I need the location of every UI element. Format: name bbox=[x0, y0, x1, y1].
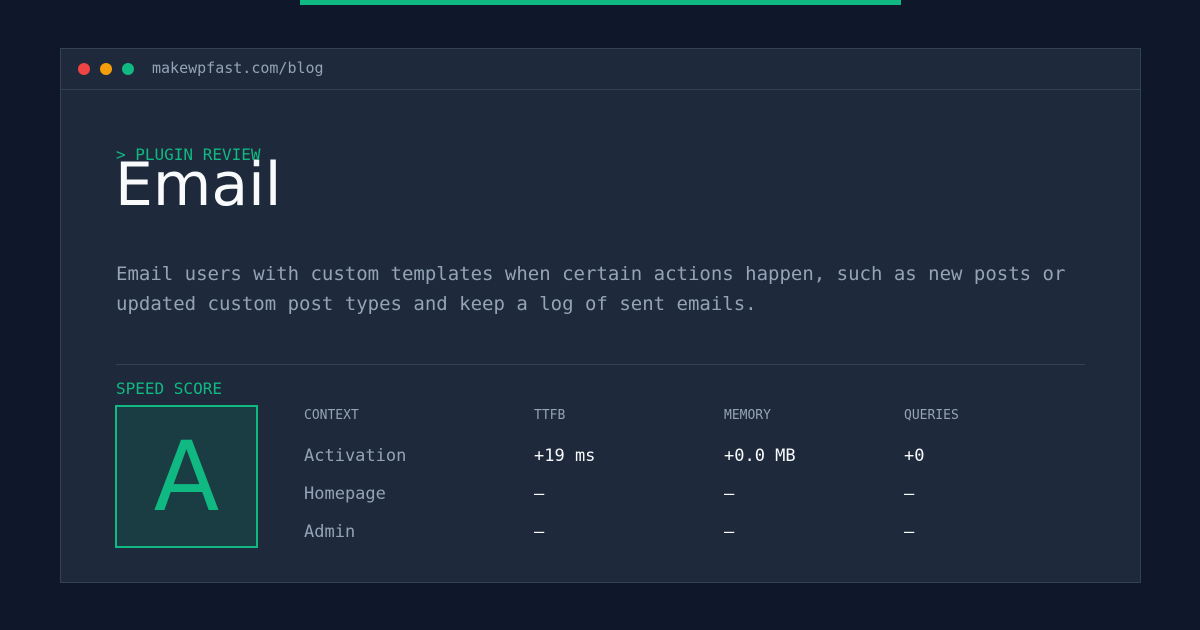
column-header-ttfb: TTFB bbox=[534, 408, 566, 423]
row-memory-activation: +0.0 MB bbox=[724, 446, 796, 466]
row-memory-admin: — bbox=[724, 522, 735, 542]
row-queries-activation: +0 bbox=[904, 446, 925, 466]
column-header-context: CONTEXT bbox=[304, 408, 359, 423]
row-memory-homepage: — bbox=[724, 484, 735, 504]
row-queries-homepage: — bbox=[904, 484, 915, 504]
top-accent-bar bbox=[300, 0, 901, 5]
speed-grade-badge: A bbox=[115, 405, 258, 548]
speed-grade-letter: A bbox=[153, 420, 220, 533]
minimize-dot-icon[interactable] bbox=[100, 63, 112, 75]
row-queries-admin: — bbox=[904, 522, 915, 542]
close-dot-icon[interactable] bbox=[78, 63, 90, 75]
section-divider bbox=[116, 364, 1085, 365]
url-text: makewpfast.com/blog bbox=[152, 59, 324, 77]
window-titlebar: makewpfast.com/blog bbox=[61, 49, 1140, 90]
row-ttfb-admin: — bbox=[534, 522, 545, 542]
browser-window: makewpfast.com/blog > PLUGIN REVIEW Emai… bbox=[60, 48, 1141, 583]
speed-score-label: SPEED SCORE bbox=[116, 379, 222, 398]
row-context-activation: Activation bbox=[304, 446, 407, 466]
column-header-memory: MEMORY bbox=[724, 408, 771, 423]
row-context-admin: Admin bbox=[304, 522, 356, 542]
section-eyebrow: > PLUGIN REVIEW bbox=[116, 145, 261, 164]
row-context-homepage: Homepage bbox=[304, 484, 386, 504]
row-ttfb-activation: +19 ms bbox=[534, 446, 596, 466]
maximize-dot-icon[interactable] bbox=[122, 63, 134, 75]
plugin-description: Email users with custom templates when c… bbox=[116, 263, 1066, 315]
row-ttfb-homepage: — bbox=[534, 484, 545, 504]
column-header-queries: QUERIES bbox=[904, 408, 959, 423]
